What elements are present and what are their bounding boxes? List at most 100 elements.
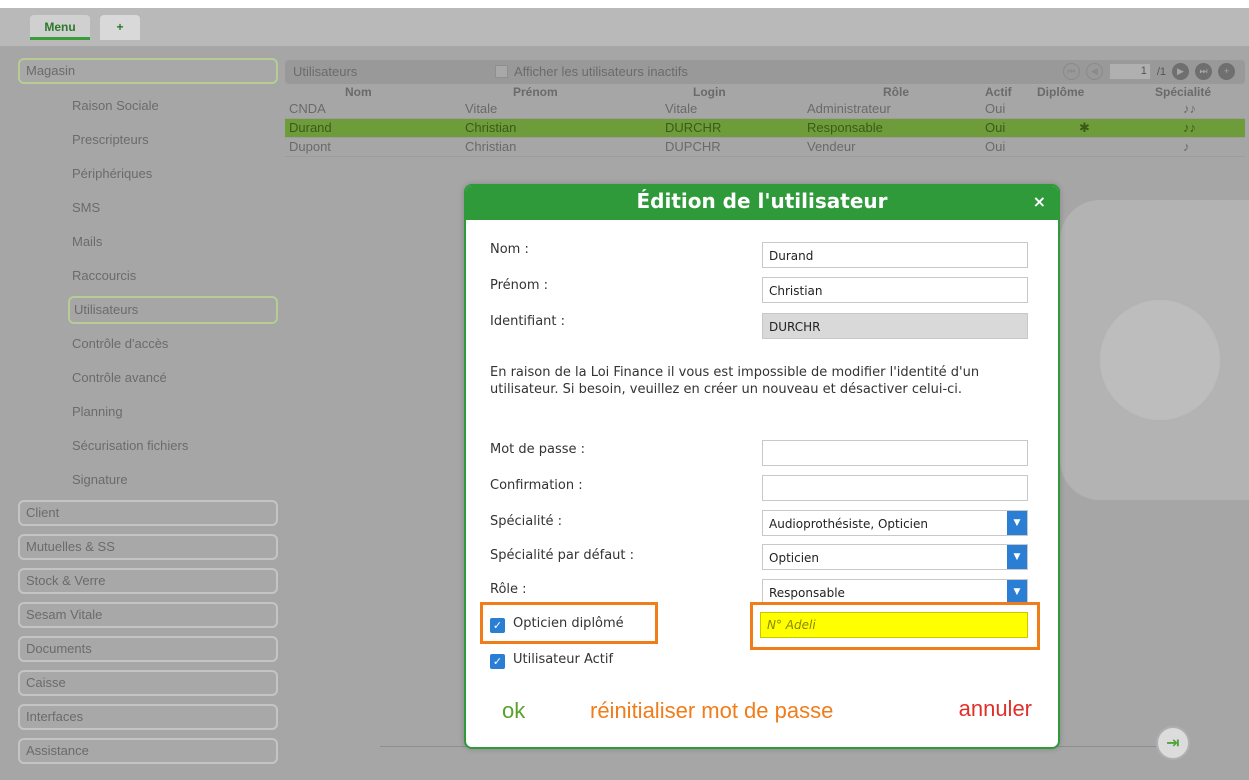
first-page-icon[interactable]: ⏮ bbox=[1062, 63, 1080, 80]
check-icon: ✓ bbox=[490, 618, 505, 633]
cell-login: DURCHR bbox=[665, 120, 722, 135]
reset-password-button[interactable]: réinitialiser mot de passe bbox=[590, 698, 833, 724]
cell-actif: Oui bbox=[985, 120, 1006, 135]
sidebar-item-raccourcis[interactable]: Raccourcis bbox=[68, 262, 278, 290]
password-field[interactable] bbox=[762, 440, 1028, 466]
sidebar-item-planning[interactable]: Planning bbox=[68, 398, 278, 426]
sidebar-item-prescripteurs[interactable]: Prescripteurs bbox=[68, 126, 278, 154]
page-input[interactable]: 1 bbox=[1108, 63, 1151, 80]
specialite-label: Spécialité : bbox=[490, 514, 563, 529]
chevron-down-icon[interactable]: ▼ bbox=[1007, 511, 1027, 535]
specialite-defaut-value: Opticien bbox=[769, 551, 820, 565]
table-row-selected[interactable]: Durand Christian DURCHR Responsable Oui … bbox=[285, 119, 1245, 138]
sidebar-category-stock-verre[interactable]: Stock & Verre bbox=[18, 568, 278, 594]
cell-nom: Dupont bbox=[289, 139, 331, 154]
utilisateur-actif-label: Utilisateur Actif bbox=[513, 652, 614, 667]
prenom-field[interactable]: Christian bbox=[762, 277, 1028, 303]
sidebar-item-mails[interactable]: Mails bbox=[68, 228, 278, 256]
opticien-diplome-checkbox[interactable]: ✓ Opticien diplômé bbox=[490, 616, 624, 633]
prenom-label: Prénom : bbox=[490, 278, 549, 293]
sidebar-category-documents[interactable]: Documents bbox=[18, 636, 278, 662]
cell-actif: Oui bbox=[985, 101, 1006, 116]
close-icon[interactable]: × bbox=[1033, 192, 1046, 211]
role-value: Responsable bbox=[769, 586, 845, 600]
cell-nom: Durand bbox=[289, 120, 332, 135]
sidebar-item-peripheriques[interactable]: Périphériques bbox=[68, 160, 278, 188]
sidebar-item-raison-sociale[interactable]: Raison Sociale bbox=[68, 92, 278, 120]
col-specialite[interactable]: Spécialité bbox=[1155, 85, 1211, 99]
confirmation-label: Confirmation : bbox=[490, 478, 583, 493]
tab-add[interactable]: + bbox=[100, 15, 140, 40]
utilisateur-actif-checkbox[interactable]: ✓ Utilisateur Actif bbox=[490, 652, 613, 669]
nom-field[interactable]: Durand bbox=[762, 242, 1028, 268]
sidebar-item-controle-avance[interactable]: Contrôle avancé bbox=[68, 364, 278, 392]
show-inactive-checkbox[interactable] bbox=[495, 65, 508, 78]
next-page-icon[interactable]: ▶ bbox=[1172, 63, 1189, 80]
password-label: Mot de passe : bbox=[490, 442, 586, 457]
chevron-down-icon[interactable]: ▼ bbox=[1007, 580, 1027, 604]
last-page-icon[interactable]: ⏭ bbox=[1195, 63, 1212, 80]
cell-login: DUPCHR bbox=[665, 139, 721, 154]
col-actif[interactable]: Actif bbox=[985, 85, 1012, 99]
sidebar-item-signature[interactable]: Signature bbox=[68, 466, 278, 494]
add-user-icon[interactable]: + bbox=[1218, 63, 1235, 80]
sidebar-category-assistance[interactable]: Assistance bbox=[18, 738, 278, 764]
tab-menu[interactable]: Menu bbox=[30, 15, 90, 40]
sidebar-item-controle-acces[interactable]: Contrôle d'accès bbox=[68, 330, 278, 358]
top-bar: Menu + bbox=[0, 0, 1249, 50]
cell-actif: Oui bbox=[985, 139, 1006, 154]
users-panel: Utilisateurs Afficher les utilisateurs i… bbox=[285, 60, 1245, 157]
specialite-value: Audioprothésiste, Opticien bbox=[769, 517, 929, 531]
show-inactive-label: Afficher les utilisateurs inactifs bbox=[514, 64, 688, 79]
adeli-field[interactable]: N° Adeli bbox=[760, 612, 1028, 638]
specialite-select[interactable]: Audioprothésiste, Opticien ▼ bbox=[762, 510, 1028, 536]
ok-button[interactable]: ok bbox=[502, 698, 525, 724]
identifiant-field: DURCHR bbox=[762, 313, 1028, 339]
confirmation-field[interactable] bbox=[762, 475, 1028, 501]
cell-prenom: Vitale bbox=[465, 101, 498, 116]
table-row[interactable]: CNDA Vitale Vitale Administrateur Oui ♪♪ bbox=[285, 100, 1245, 119]
opticien-diplome-label: Opticien diplômé bbox=[513, 616, 624, 631]
users-header: Utilisateurs Afficher les utilisateurs i… bbox=[285, 60, 1245, 84]
sidebar-category-client[interactable]: Client bbox=[18, 500, 278, 526]
prev-page-icon[interactable]: ◀ bbox=[1085, 63, 1103, 80]
speciality-icon: ♪♪ bbox=[1183, 101, 1196, 116]
col-role[interactable]: Rôle bbox=[883, 85, 909, 99]
diploma-icon: ✱ bbox=[1079, 120, 1090, 135]
cell-role: Administrateur bbox=[807, 101, 891, 116]
identifiant-label: Identifiant : bbox=[490, 314, 566, 329]
col-diplome[interactable]: Diplôme bbox=[1037, 85, 1084, 99]
role-label: Rôle : bbox=[490, 582, 527, 597]
col-login[interactable]: Login bbox=[693, 85, 726, 99]
nom-label: Nom : bbox=[490, 242, 529, 257]
show-inactive-toggle[interactable]: Afficher les utilisateurs inactifs bbox=[495, 64, 688, 79]
cell-role: Vendeur bbox=[807, 139, 856, 154]
sidebar-item-utilisateurs[interactable]: Utilisateurs bbox=[68, 296, 278, 324]
page-total: /1 bbox=[1156, 65, 1166, 78]
table-header: Nom Prénom Login Rôle Actif Diplôme Spéc… bbox=[285, 84, 1245, 100]
specialite-defaut-select[interactable]: Opticien ▼ bbox=[762, 544, 1028, 570]
exit-icon[interactable]: ⇥ bbox=[1156, 726, 1190, 760]
cell-prenom: Christian bbox=[465, 139, 517, 154]
cell-prenom: Christian bbox=[465, 120, 517, 135]
sidebar-category-mutuelles[interactable]: Mutuelles & SS bbox=[18, 534, 278, 560]
background-decoration-circle bbox=[1100, 300, 1220, 420]
specialite-defaut-label: Spécialité par défaut : bbox=[490, 548, 635, 563]
chevron-down-icon[interactable]: ▼ bbox=[1007, 545, 1027, 569]
sidebar-category-interfaces[interactable]: Interfaces bbox=[18, 704, 278, 730]
sidebar-category-caisse[interactable]: Caisse bbox=[18, 670, 278, 696]
sidebar-item-sms[interactable]: SMS bbox=[68, 194, 278, 222]
col-nom[interactable]: Nom bbox=[345, 85, 372, 99]
sidebar-category-magasin[interactable]: Magasin bbox=[18, 58, 278, 84]
col-prenom[interactable]: Prénom bbox=[513, 85, 558, 99]
edit-user-dialog: Édition de l'utilisateur × Nom : Durand … bbox=[464, 184, 1060, 749]
table-row[interactable]: Dupont Christian DUPCHR Vendeur Oui ♪ bbox=[285, 138, 1245, 157]
sidebar: Magasin Raison Sociale Prescripteurs Pér… bbox=[18, 58, 278, 772]
cell-login: Vitale bbox=[665, 101, 698, 116]
speciality-icon: ♪♪ bbox=[1183, 120, 1196, 135]
sidebar-category-sesam-vitale[interactable]: Sesam Vitale bbox=[18, 602, 278, 628]
cancel-button[interactable]: annuler bbox=[959, 696, 1032, 722]
cell-role: Responsable bbox=[807, 120, 883, 135]
users-title: Utilisateurs bbox=[293, 64, 358, 79]
sidebar-item-securisation-fichiers[interactable]: Sécurisation fichiers bbox=[68, 432, 278, 460]
